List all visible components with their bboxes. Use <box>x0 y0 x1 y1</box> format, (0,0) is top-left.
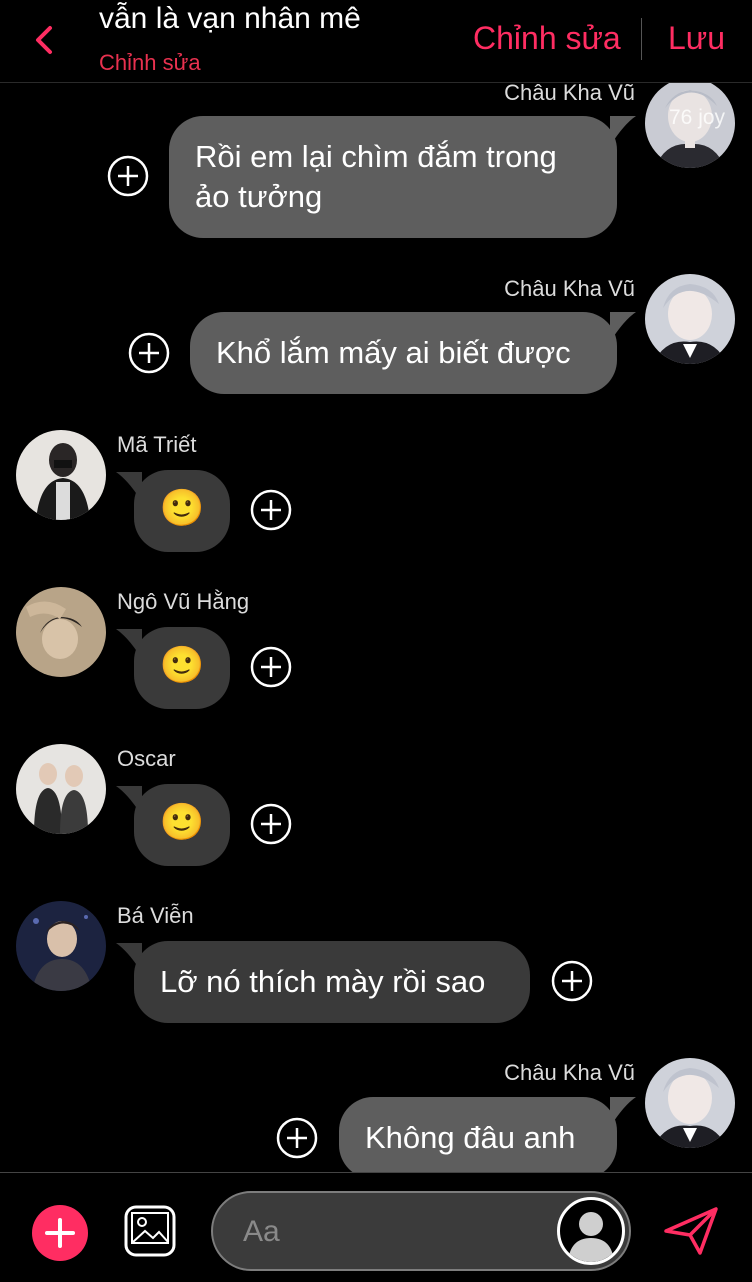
avatar-chau-kha-vu[interactable] <box>645 1058 735 1148</box>
header-divider <box>641 18 642 60</box>
message-bubble[interactable]: Không đâu anh <box>339 1097 617 1179</box>
chat-title: vẫn là vạn nhân mê <box>99 2 361 35</box>
send-icon[interactable] <box>662 1205 720 1257</box>
chat-header: vẫn là vạn nhân mê Chỉnh sửa Chỉnh sửa L… <box>0 0 752 83</box>
message-input-wrapper <box>211 1191 631 1271</box>
sender-name: Mã Triết <box>117 432 197 457</box>
plus-icon <box>45 1218 75 1248</box>
avatar-ma-triet[interactable] <box>16 430 106 520</box>
message-text: Lỡ nó thích mày rồi sao <box>160 964 486 999</box>
message-bubble[interactable]: 🙂 <box>134 784 230 866</box>
add-reaction-icon[interactable] <box>107 155 149 197</box>
avatar-chau-kha-vu[interactable]: 76 joy <box>645 78 735 168</box>
avatar-ngo-vu-hang[interactable] <box>16 587 106 677</box>
chat-subtitle[interactable]: Chỉnh sửa <box>99 50 201 76</box>
add-reaction-icon[interactable] <box>128 332 170 374</box>
sender-name: Châu Kha Vũ <box>504 80 635 105</box>
add-reaction-icon[interactable] <box>250 803 292 845</box>
sender-name: Oscar <box>117 746 176 771</box>
back-chevron-icon[interactable] <box>30 22 60 58</box>
add-reaction-icon[interactable] <box>276 1117 318 1159</box>
message-input[interactable] <box>241 1211 545 1253</box>
message-bubble[interactable]: Lỡ nó thích mày rồi sao <box>134 941 530 1023</box>
message-bubble[interactable]: Khổ lắm mấy ai biết được <box>190 312 617 394</box>
save-button[interactable]: Lưu <box>668 20 725 57</box>
sender-name: Bá Viễn <box>117 903 194 928</box>
message-text: Không đâu anh <box>365 1120 576 1155</box>
avatar-chau-kha-vu[interactable] <box>645 274 735 364</box>
add-reaction-icon[interactable] <box>551 960 593 1002</box>
message-bubble[interactable]: 🙂 <box>134 470 230 552</box>
image-icon[interactable] <box>124 1205 176 1257</box>
edit-button[interactable]: Chỉnh sửa <box>473 20 621 57</box>
bubble-tail <box>610 312 636 342</box>
add-reaction-icon[interactable] <box>250 489 292 531</box>
message-bubble[interactable]: Rồi em lại chìm đắm trong ảo tưởng <box>169 116 617 238</box>
bubble-tail <box>610 116 636 146</box>
message-bubble[interactable]: 🙂 <box>134 627 230 709</box>
message-text: Khổ lắm mấy ai biết được <box>216 335 571 370</box>
sender-name: Châu Kha Vũ <box>504 1060 635 1085</box>
avatar-watermark: 76 joy <box>669 106 726 129</box>
persona-avatar-icon[interactable] <box>557 1197 625 1265</box>
sender-name: Châu Kha Vũ <box>504 276 635 301</box>
add-button[interactable] <box>32 1205 88 1261</box>
slight-smile-emoji: 🙂 <box>159 644 205 685</box>
slight-smile-emoji: 🙂 <box>159 801 205 842</box>
sender-name: Ngô Vũ Hằng <box>117 589 250 614</box>
message-text-line: ảo tưởng <box>195 179 323 214</box>
avatar-oscar[interactable] <box>16 744 106 834</box>
add-reaction-icon[interactable] <box>250 646 292 688</box>
slight-smile-emoji: 🙂 <box>159 487 205 528</box>
bubble-tail <box>610 1097 636 1127</box>
avatar-ba-vien[interactable] <box>16 901 106 991</box>
message-text-line: Rồi em lại chìm đắm trong <box>195 139 557 174</box>
